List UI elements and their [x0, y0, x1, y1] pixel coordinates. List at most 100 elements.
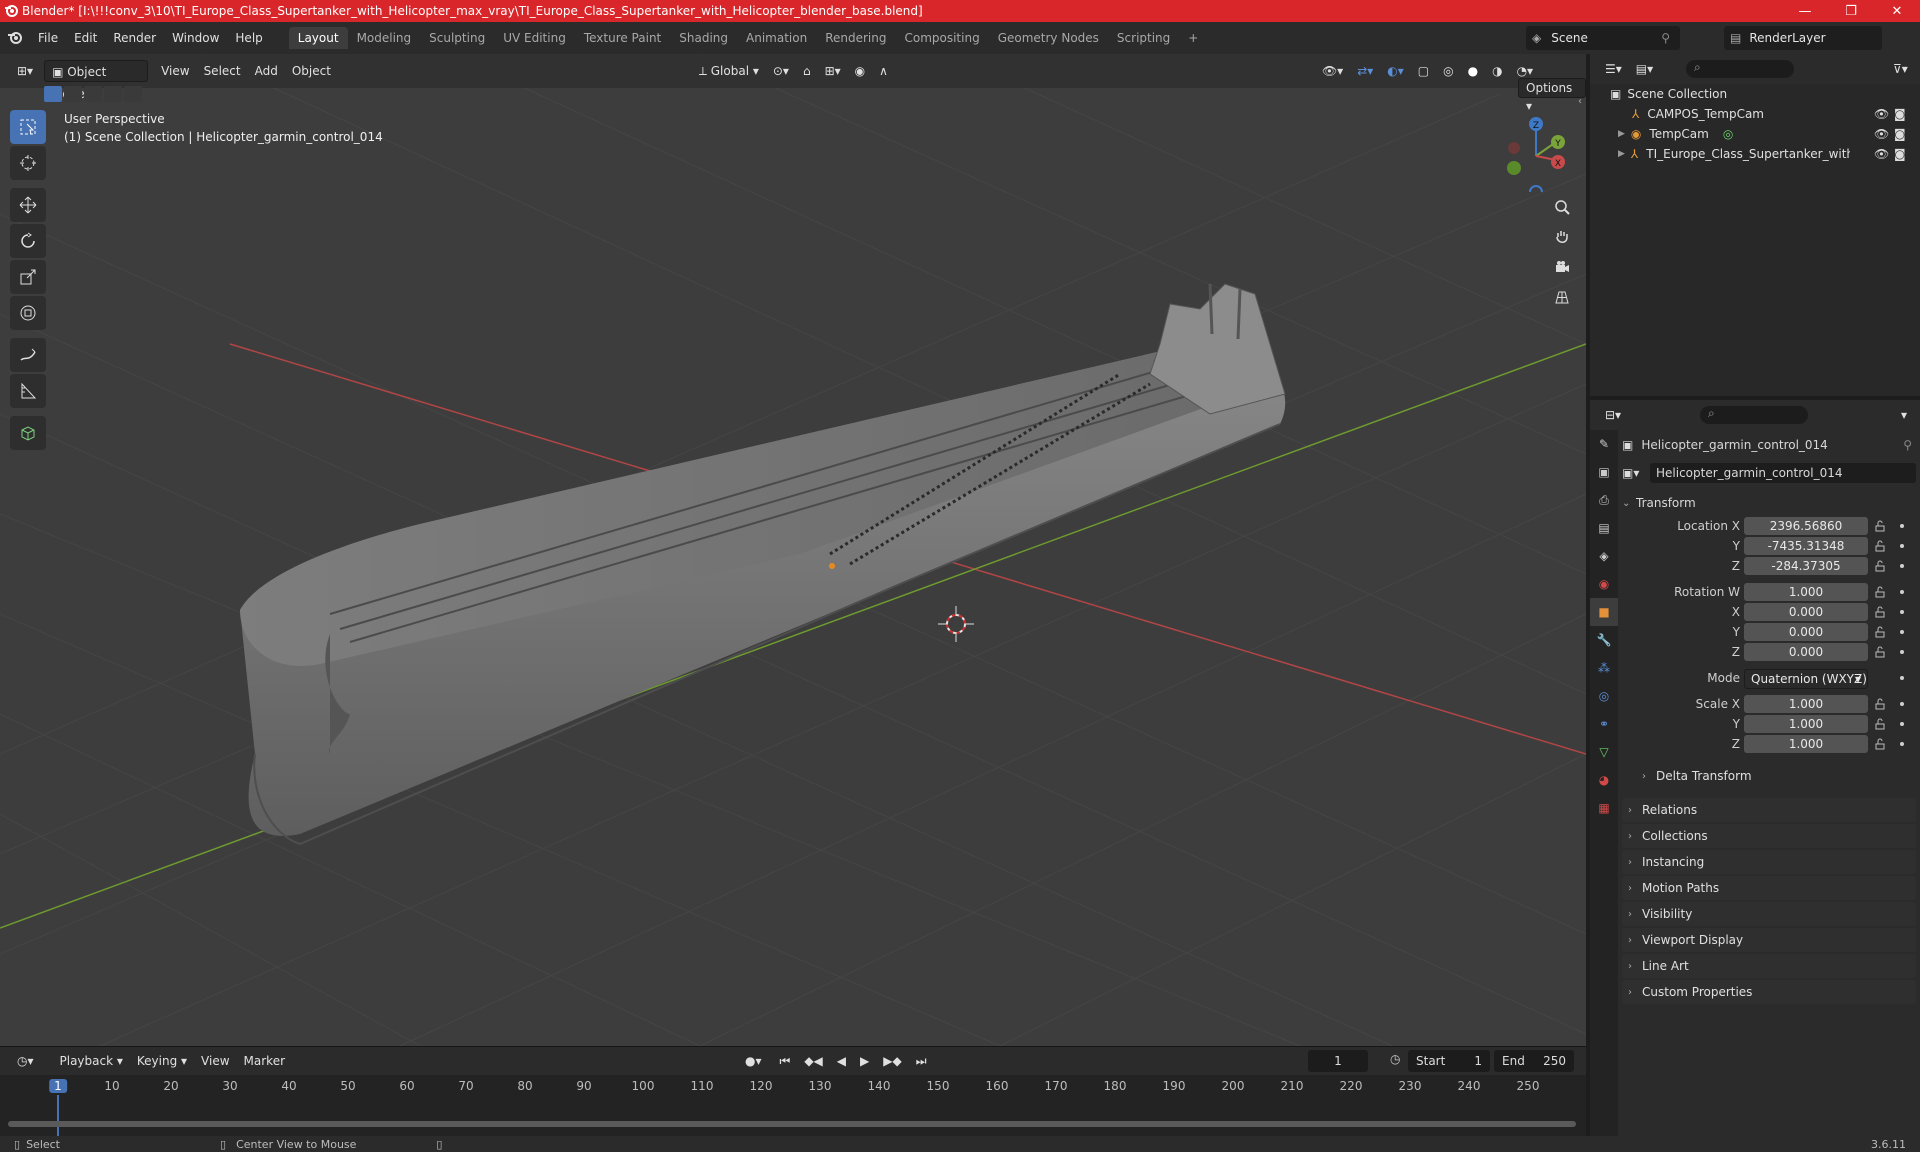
properties-search-input[interactable]: ⌕: [1700, 406, 1808, 424]
menu-view[interactable]: View: [154, 60, 196, 82]
play-reverse-icon[interactable]: ◀: [830, 1050, 853, 1072]
panel-motion-paths[interactable]: › Motion Paths: [1622, 876, 1916, 900]
lock-icon[interactable]: [1874, 540, 1886, 552]
falloff-dropdown[interactable]: ∧: [872, 60, 895, 82]
keyframe-dot-icon[interactable]: [1900, 702, 1904, 706]
location-x-field[interactable]: 2396.56860: [1744, 517, 1868, 535]
scale-y-field[interactable]: 1.000: [1744, 715, 1868, 733]
menu-edit[interactable]: Edit: [66, 27, 105, 49]
panel-custom-properties[interactable]: › Custom Properties: [1622, 980, 1916, 1004]
record-button[interactable]: ●▾: [738, 1050, 769, 1072]
location-y-field[interactable]: -7435.31348: [1744, 537, 1868, 555]
outliner-scene-collection[interactable]: ▣ Scene Collection: [1590, 84, 1920, 104]
solid-shading[interactable]: ●: [1461, 60, 1485, 82]
display-mode-dropdown[interactable]: ▤▾: [1629, 58, 1660, 80]
modifier-tab-icon[interactable]: 🔧: [1590, 626, 1618, 654]
add-workspace-button[interactable]: +: [1179, 27, 1207, 49]
render-tab-icon[interactable]: ▣: [1590, 458, 1618, 486]
end-frame-field[interactable]: End 250: [1494, 1050, 1574, 1072]
outliner-item[interactable]: ⅄ CAMPOS_TempCam 👁 ◙: [1590, 104, 1920, 124]
overlays-toggle[interactable]: ◐▾: [1380, 60, 1411, 82]
measure-tool[interactable]: [10, 374, 46, 408]
keyframe-dot-icon[interactable]: [1900, 650, 1904, 654]
object-browse-icon[interactable]: ▣▾: [1622, 466, 1650, 480]
lock-icon[interactable]: [1874, 646, 1886, 658]
wireframe-shading[interactable]: ◎: [1436, 60, 1460, 82]
menu-marker[interactable]: Marker: [237, 1050, 292, 1072]
visibility-eye-icon[interactable]: 👁: [1874, 147, 1889, 161]
rotation-z-field[interactable]: 0.000: [1744, 643, 1868, 661]
particles-tab-icon[interactable]: ⁂: [1590, 654, 1618, 682]
location-z-field[interactable]: -284.37305: [1744, 557, 1868, 575]
keyframe-dot-icon[interactable]: [1900, 610, 1904, 614]
stopwatch-icon[interactable]: ◷: [1390, 1052, 1400, 1066]
prev-keyframe-icon[interactable]: ◆◀: [797, 1050, 829, 1072]
rotation-y-field[interactable]: 0.000: [1744, 623, 1868, 641]
orientation-dropdown[interactable]: ⟂ Global ▾: [692, 60, 766, 82]
play-icon[interactable]: ▶: [853, 1050, 876, 1072]
snap-toggle[interactable]: ⌂: [796, 60, 818, 82]
outliner-search-input[interactable]: ⌕: [1686, 60, 1794, 78]
object-tab-icon[interactable]: ■: [1590, 598, 1618, 626]
lock-icon[interactable]: [1874, 520, 1886, 532]
rotation-mode-dropdown[interactable]: Quaternion (WXYZ) ▾: [1744, 669, 1868, 689]
tab-animation[interactable]: Animation: [737, 27, 816, 49]
filter-icon[interactable]: ⊽▾: [1886, 58, 1915, 80]
add-cube-tool[interactable]: [10, 416, 46, 450]
select-new-icon[interactable]: [44, 86, 62, 102]
lock-icon[interactable]: [1874, 698, 1886, 710]
minimize-button[interactable]: —: [1782, 0, 1828, 22]
pivot-dropdown[interactable]: ⊙▾: [766, 60, 796, 82]
transform-panel-header[interactable]: ⌄ Transform: [1622, 490, 1916, 516]
tab-rendering[interactable]: Rendering: [816, 27, 895, 49]
tab-compositing[interactable]: Compositing: [895, 27, 988, 49]
transform-tool[interactable]: [10, 296, 46, 330]
snap-dropdown[interactable]: ⊞▾: [818, 60, 848, 82]
menu-file[interactable]: File: [30, 27, 66, 49]
rotation-x-field[interactable]: 0.000: [1744, 603, 1868, 621]
properties-options-icon[interactable]: ▾: [1894, 404, 1914, 426]
gizmo-toggle[interactable]: ⇄▾: [1350, 60, 1380, 82]
world-tab-icon[interactable]: ◉: [1590, 570, 1618, 598]
render-camera-icon[interactable]: ◙: [1894, 147, 1906, 161]
lock-icon[interactable]: [1874, 606, 1886, 618]
outliner-item[interactable]: ▶ ⅄ TI_Europe_Class_Supertanker_with_Hel…: [1590, 144, 1920, 164]
restore-button[interactable]: ❐: [1828, 0, 1874, 22]
visibility-eye-icon[interactable]: 👁: [1874, 107, 1889, 121]
delta-transform-subpanel[interactable]: › Delta Transform: [1622, 764, 1916, 788]
move-tool[interactable]: [10, 188, 46, 222]
material-shading[interactable]: ◑: [1485, 60, 1509, 82]
scale-x-field[interactable]: 1.000: [1744, 695, 1868, 713]
render-camera-icon[interactable]: ◙: [1894, 107, 1906, 121]
scene-tab-icon[interactable]: ◈: [1590, 542, 1618, 570]
lock-icon[interactable]: [1874, 560, 1886, 572]
view-layer-selector[interactable]: ▤ RenderLayer: [1724, 26, 1882, 50]
camera-view-icon[interactable]: [1549, 254, 1575, 280]
select-extend-icon[interactable]: [64, 86, 82, 102]
3d-viewport[interactable]: ⊞▾ ▣ Object Mode ▾ View Select Add Objec…: [0, 54, 1586, 1046]
start-frame-field[interactable]: Start 1: [1408, 1050, 1490, 1072]
rotate-tool[interactable]: [10, 224, 46, 258]
keyframe-dot-icon[interactable]: [1900, 590, 1904, 594]
keyframe-dot-icon[interactable]: [1900, 722, 1904, 726]
editor-type-icon[interactable]: ⊞▾: [10, 60, 40, 82]
select-intersect-icon[interactable]: [124, 86, 142, 102]
outliner-editor-type-icon[interactable]: ☰▾: [1598, 58, 1629, 80]
scale-z-field[interactable]: 1.000: [1744, 735, 1868, 753]
tab-shading[interactable]: Shading: [670, 27, 737, 49]
select-subtract-icon[interactable]: [84, 86, 102, 102]
tab-geometry-nodes[interactable]: Geometry Nodes: [989, 27, 1108, 49]
blender-menu-icon[interactable]: [0, 30, 30, 46]
menu-keying[interactable]: Keying ▾: [130, 1050, 194, 1072]
visibility-eye-icon[interactable]: 👁: [1874, 127, 1889, 141]
next-keyframe-icon[interactable]: ▶◆: [876, 1050, 908, 1072]
menu-playback[interactable]: Playback ▾: [53, 1050, 130, 1072]
keyframe-dot-icon[interactable]: [1900, 630, 1904, 634]
menu-help[interactable]: Help: [227, 27, 270, 49]
keyframe-dot-icon[interactable]: [1900, 676, 1904, 680]
object-data-tab-icon[interactable]: ▽: [1590, 738, 1618, 766]
lock-icon[interactable]: [1874, 626, 1886, 638]
view-layer-tab-icon[interactable]: ▤: [1590, 514, 1618, 542]
tab-scripting[interactable]: Scripting: [1108, 27, 1179, 49]
jump-start-icon[interactable]: ⏮: [773, 1050, 798, 1072]
